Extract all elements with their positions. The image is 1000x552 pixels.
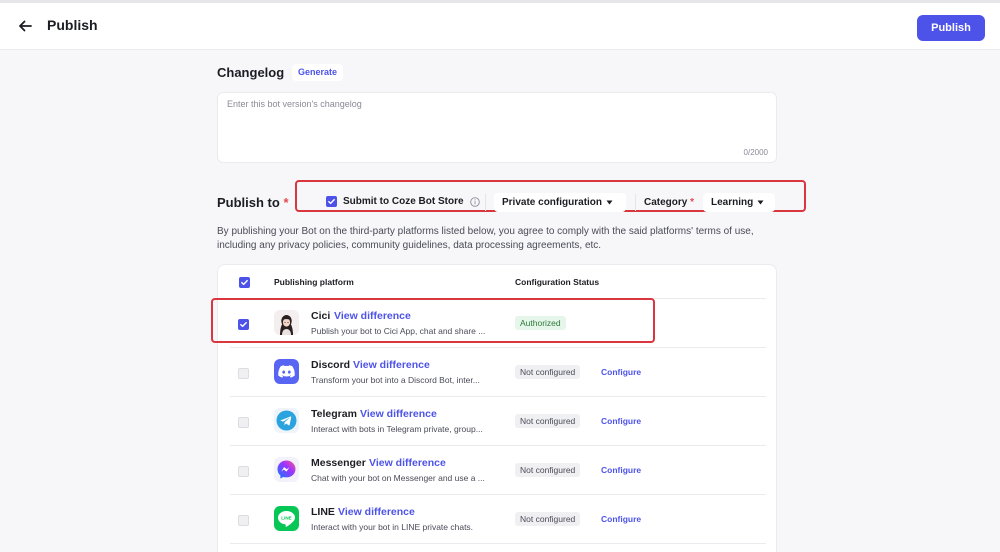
store-submit-checkbox[interactable]: Submit to Coze Bot Store (326, 196, 480, 207)
row-checkbox[interactable] (238, 368, 249, 379)
platform-description: Interact with bots in Telegram private, … (311, 424, 483, 434)
view-difference-link[interactable]: View difference (338, 506, 415, 518)
platform-name: Discord (311, 359, 351, 371)
platform-name: Messenger (311, 457, 366, 469)
configure-link[interactable]: Configure (601, 367, 641, 377)
back-arrow-icon[interactable] (14, 15, 36, 37)
discord-icon (274, 359, 299, 384)
row-checkbox[interactable] (238, 466, 249, 477)
select-all-checkbox[interactable] (239, 277, 250, 288)
telegram-icon (274, 408, 299, 433)
private-config-label: Private configuration (502, 197, 603, 208)
platform-description: Transform your bot into a Discord Bot, i… (311, 375, 480, 385)
view-difference-link[interactable]: View difference (353, 359, 430, 371)
category-label: Category * (644, 197, 694, 208)
private-config-dropdown[interactable]: Private configuration (494, 193, 626, 212)
table-row-messenger: Messenger View difference Chat with your… (218, 446, 776, 494)
view-difference-link[interactable]: View difference (369, 457, 446, 469)
category-value: Learning (711, 197, 754, 208)
column-header-platform: Publishing platform (274, 277, 354, 287)
required-marker: * (283, 195, 289, 210)
caret-down-icon (606, 200, 613, 205)
status-badge: Not configured (515, 463, 581, 477)
status-badge: Not configured (515, 512, 581, 526)
terms-disclaimer: By publishing your Bot on the third-part… (217, 226, 754, 251)
row-checkbox[interactable] (238, 515, 249, 526)
configure-link[interactable]: Configure (601, 416, 641, 426)
char-count: 0/2000 (743, 148, 768, 157)
changelog-input[interactable] (218, 93, 776, 162)
status-badge: Not configured (515, 414, 581, 428)
cici-row-highlight (211, 298, 655, 343)
publish-to-title: Publish to * (217, 195, 289, 210)
store-submit-label: Submit to Coze Bot Store (343, 196, 464, 207)
category-label-text: Category (644, 197, 688, 208)
required-marker: * (690, 197, 695, 208)
generate-button[interactable]: Generate (292, 64, 344, 81)
table-row-line: LINE LINE View difference Interact with … (218, 495, 776, 543)
changelog-field: 0/2000 (217, 92, 777, 163)
table-row-telegram: Telegram View difference Interact with b… (218, 397, 776, 445)
changelog-title: Changelog (217, 65, 285, 80)
platform-description: Chat with your bot on Messenger and use … (311, 473, 485, 483)
table-row-discord: Discord View difference Transform your b… (218, 348, 776, 396)
platform-description: Interact with your bot in LINE private c… (311, 522, 474, 532)
column-header-status: Configuration Status (515, 277, 600, 287)
publish-button[interactable]: Publish (917, 15, 985, 41)
row-checkbox[interactable] (238, 417, 249, 428)
top-bar: Publish Publish (0, 0, 1000, 50)
page-title: Publish (47, 17, 98, 33)
status-badge: Not configured (515, 365, 581, 379)
view-difference-link[interactable]: View difference (360, 408, 437, 420)
platform-name: LINE (311, 506, 335, 518)
line-icon: LINE (274, 506, 299, 531)
category-dropdown[interactable]: Learning (703, 193, 775, 212)
row-divider (230, 543, 766, 544)
info-icon[interactable] (469, 196, 480, 207)
divider (485, 194, 486, 211)
publish-to-label: Publish to (217, 195, 280, 210)
caret-down-icon (757, 200, 764, 205)
messenger-icon (274, 457, 299, 482)
configure-link[interactable]: Configure (601, 514, 641, 524)
configure-link[interactable]: Configure (601, 465, 641, 475)
divider (635, 194, 636, 211)
svg-text:LINE: LINE (281, 516, 291, 521)
checkbox-checked-icon[interactable] (326, 196, 337, 207)
platform-name: Telegram (311, 408, 357, 420)
